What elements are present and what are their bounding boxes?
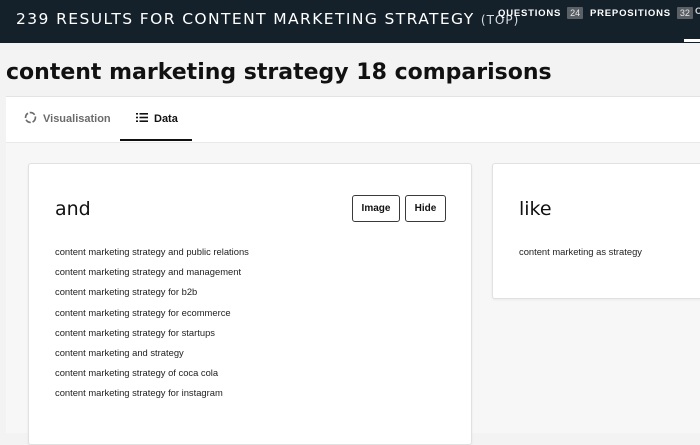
hide-button[interactable]: Hide <box>405 195 446 222</box>
list-item[interactable]: content marketing strategy and managemen… <box>55 266 249 286</box>
tab-data[interactable]: Data <box>120 97 192 141</box>
comparison-card-like: like content marketing as strategy <box>492 163 700 299</box>
image-button[interactable]: Image <box>352 195 400 222</box>
active-tab-indicator <box>120 139 192 141</box>
result-list: content marketing strategy and public re… <box>55 246 249 408</box>
circle-loading-icon <box>24 111 37 127</box>
list-icon <box>136 112 148 126</box>
tab-data-label: Data <box>154 113 178 125</box>
page-title: content marketing strategy 18 comparison… <box>6 60 552 85</box>
nav-prepositions-count: 32 <box>676 7 693 19</box>
list-item[interactable]: content marketing strategy of coca cola <box>55 367 249 387</box>
nav-active-indicator <box>684 39 700 42</box>
list-item[interactable]: content marketing strategy for b2b <box>55 286 249 306</box>
list-item[interactable]: content marketing strategy for ecommerce <box>55 307 249 327</box>
list-item[interactable]: content marketing strategy for instagram <box>55 387 249 407</box>
nav-questions[interactable]: QUESTIONS 24 <box>498 6 584 20</box>
results-panel: Visualisation Data and Image Hide conten… <box>6 96 700 445</box>
list-item[interactable]: content marketing and strategy <box>55 347 249 367</box>
tab-visualisation[interactable]: Visualisation <box>24 97 111 141</box>
top-header: 239 RESULTS FOR CONTENT MARKETING STRATE… <box>0 0 700 43</box>
results-heading-text: 239 RESULTS FOR CONTENT MARKETING STRATE… <box>16 10 475 28</box>
card-title: and <box>55 198 91 220</box>
nav-prepositions[interactable]: PREPOSITIONS 32 <box>590 6 693 20</box>
list-item[interactable]: content marketing strategy for startups <box>55 327 249 347</box>
nav-questions-label: QUESTIONS <box>498 7 562 19</box>
card-title: like <box>519 198 552 220</box>
list-item[interactable]: content marketing strategy and public re… <box>55 246 249 266</box>
results-heading: 239 RESULTS FOR CONTENT MARKETING STRATE… <box>16 10 519 28</box>
nav-questions-count: 24 <box>567 7 584 19</box>
data-content: and Image Hide content marketing strateg… <box>6 143 700 445</box>
tab-visualisation-label: Visualisation <box>43 113 111 125</box>
result-list: content marketing as strategy <box>519 246 642 266</box>
nav-comparisons-partial[interactable]: C <box>695 6 700 17</box>
comparison-card-and: and Image Hide content marketing strateg… <box>28 163 472 445</box>
list-item[interactable]: content marketing as strategy <box>519 246 642 266</box>
nav-prepositions-label: PREPOSITIONS <box>590 7 671 19</box>
